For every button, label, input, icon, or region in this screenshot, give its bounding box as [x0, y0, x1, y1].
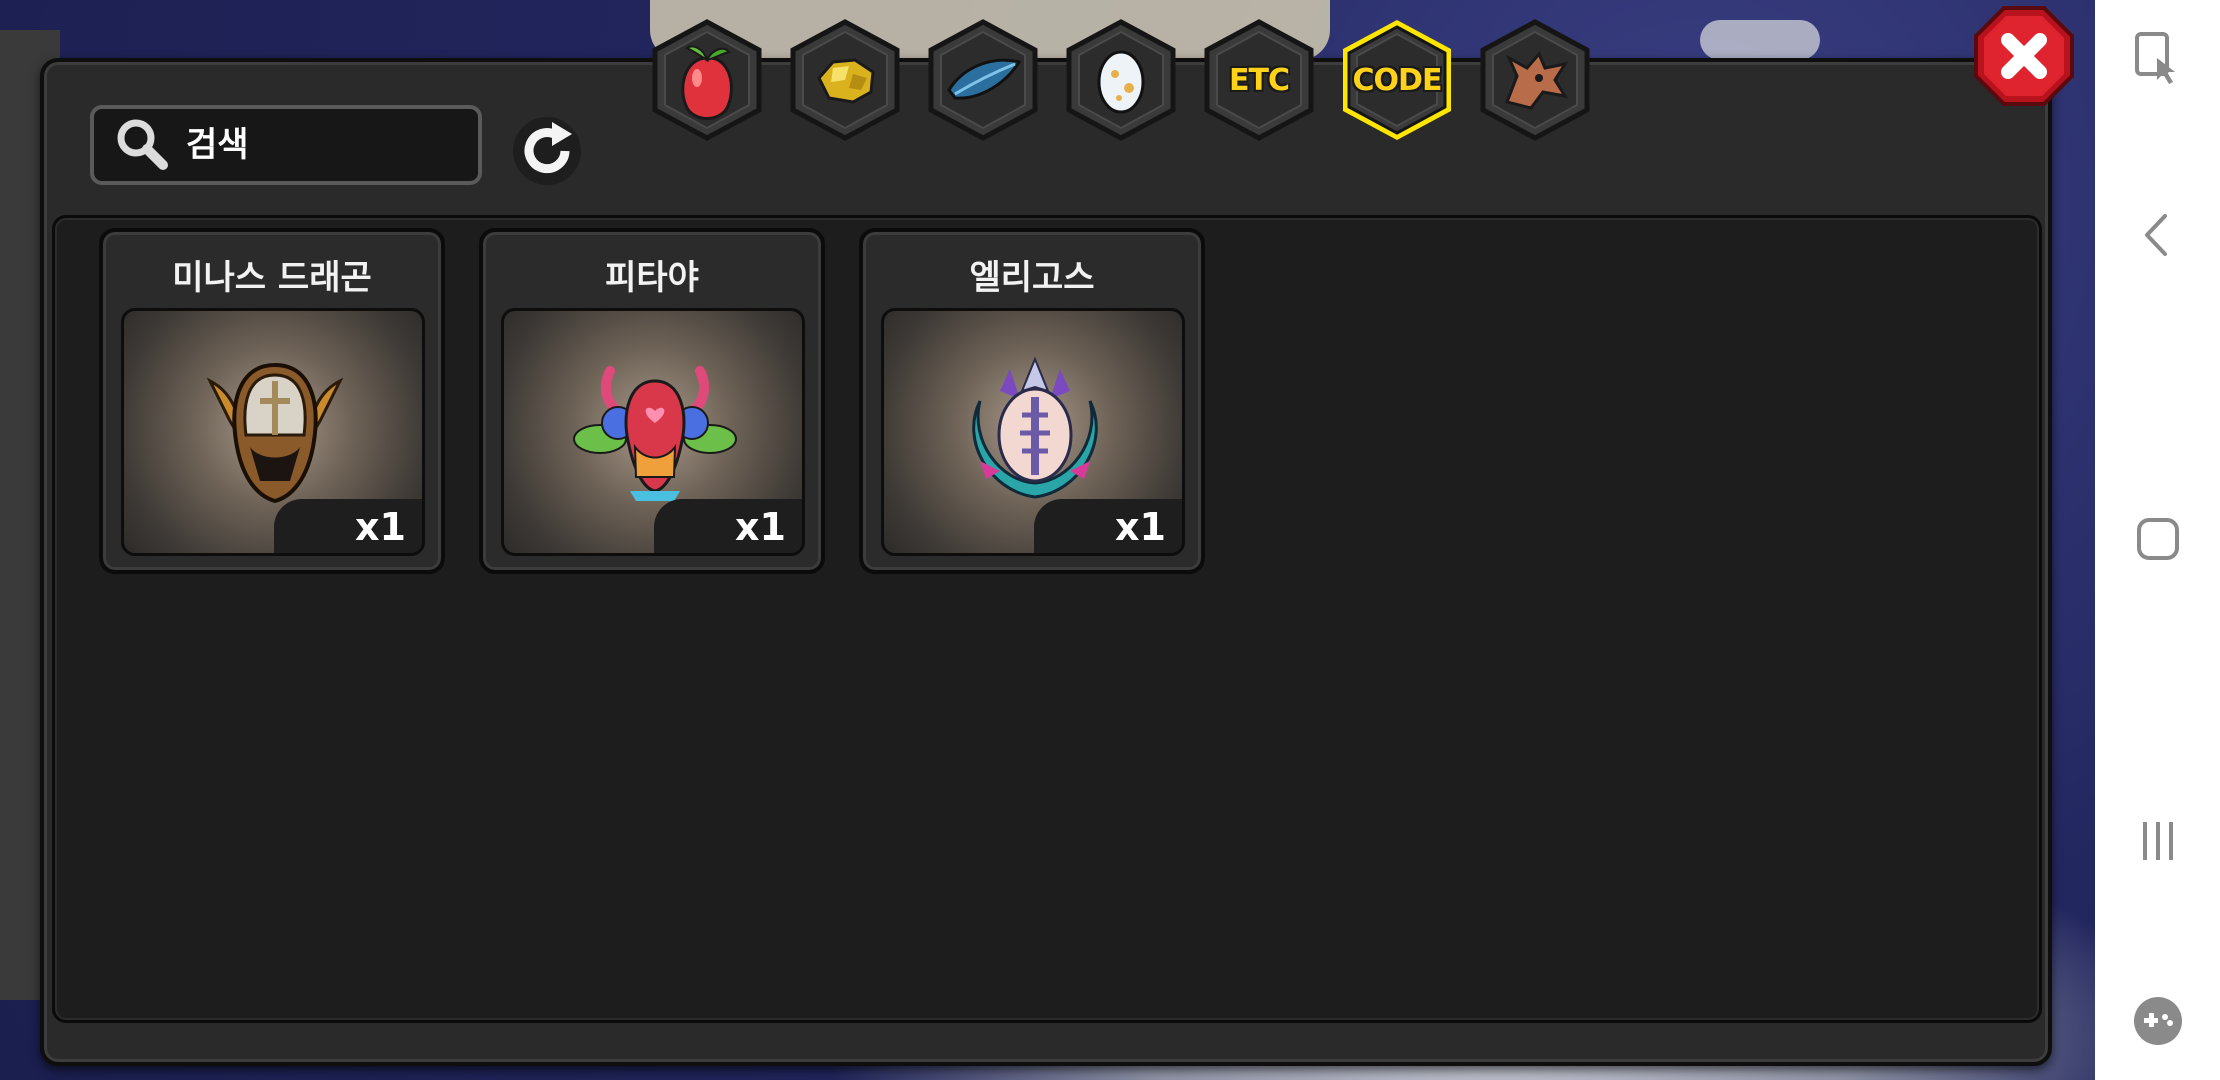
item-quantity: x1	[654, 499, 802, 553]
item-frame: x1	[501, 308, 805, 556]
touch-assist-icon[interactable]	[2127, 28, 2189, 90]
tab-etc[interactable]: ETC	[1197, 18, 1321, 142]
tab-etc-label: ETC	[1229, 62, 1290, 98]
item-quantity: x1	[1034, 499, 1182, 553]
item-frame: x1	[121, 308, 425, 556]
tab-feather[interactable]	[921, 18, 1045, 142]
feather-icon	[947, 58, 1022, 100]
back-chevron-icon[interactable]	[2127, 204, 2189, 266]
item-frame: x1	[881, 308, 1185, 556]
refresh-icon[interactable]	[508, 112, 586, 190]
system-navigation-bar	[2095, 0, 2220, 1080]
tab-code-label: CODE	[1352, 62, 1443, 98]
search-input[interactable]	[184, 124, 458, 166]
home-square-icon[interactable]	[2127, 508, 2189, 570]
item-name: 미나스 드래곤	[172, 258, 372, 298]
tab-fruit[interactable]	[645, 18, 769, 142]
item-name: 피타야	[605, 258, 699, 298]
recent-apps-icon[interactable]	[2127, 810, 2189, 872]
egg-icon	[1097, 50, 1145, 114]
item-card[interactable]: 미나스 드래곤 x1	[99, 228, 445, 574]
background-cloud	[1700, 20, 1820, 60]
item-quantity: x1	[274, 499, 422, 553]
fruit-icon	[681, 45, 733, 120]
gold-ore-icon	[817, 58, 875, 104]
crystal-dragon-emblem	[972, 356, 1098, 499]
dragon-head-icon	[1504, 51, 1569, 110]
search-box[interactable]	[90, 105, 482, 185]
tab-egg[interactable]	[1059, 18, 1183, 142]
tab-dragon[interactable]	[1473, 18, 1597, 142]
item-card[interactable]: 엘리고스 x1	[859, 228, 1205, 574]
tab-code[interactable]: CODE	[1335, 18, 1459, 142]
floral-crab-emblem	[573, 366, 737, 501]
winged-helmet-emblem	[206, 362, 344, 504]
item-name: 엘리고스	[969, 258, 1095, 298]
tab-gold[interactable]	[783, 18, 907, 142]
item-card[interactable]: 피타야 x1	[479, 228, 825, 574]
search-icon	[117, 119, 168, 170]
gamepad-icon[interactable]	[2127, 990, 2189, 1052]
close-icon[interactable]	[1972, 4, 2076, 108]
